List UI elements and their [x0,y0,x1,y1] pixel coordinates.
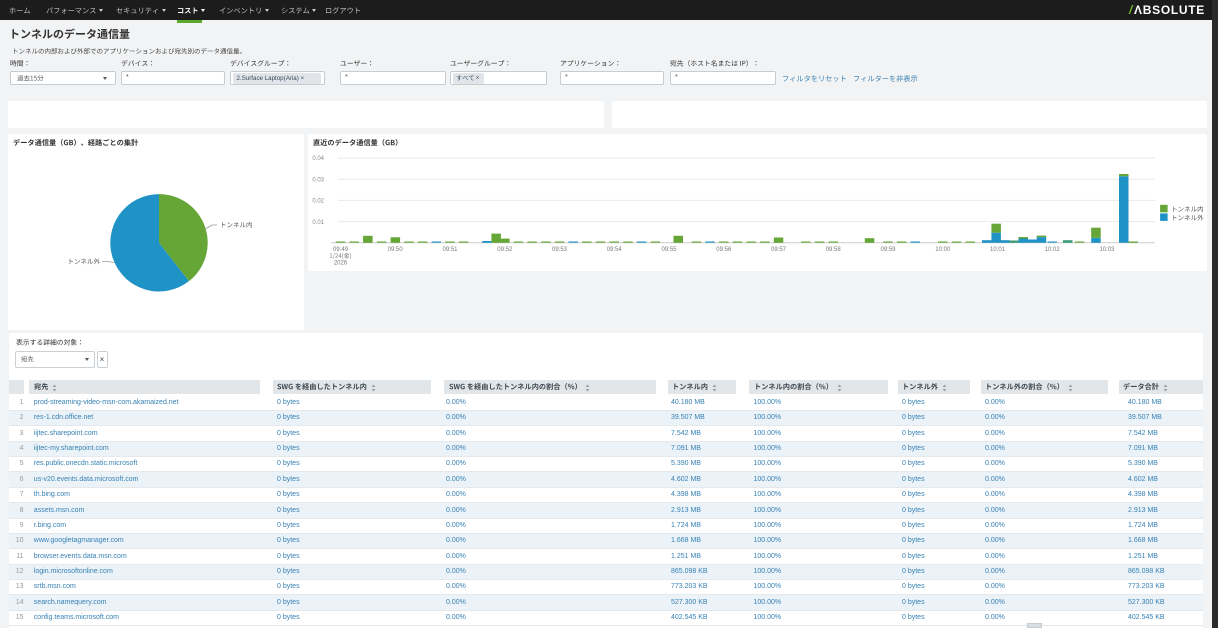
svg-text:0.02: 0.02 [312,199,324,205]
svg-text:09:54: 09:54 [606,247,622,253]
svg-text:0.03: 0.03 [312,177,324,183]
svg-text:09:57: 09:57 [770,247,786,253]
svg-text:09:56: 09:56 [716,247,732,253]
svg-text:09:51: 09:51 [442,247,458,253]
svg-text:09:49: 09:49 [332,247,348,253]
svg-text:10:01: 10:01 [989,247,1005,253]
svg-text:09:52: 09:52 [497,247,513,253]
svg-text:0.01: 0.01 [312,220,324,226]
svg-text:10:02: 10:02 [1044,247,1060,253]
svg-text:10:00: 10:00 [935,247,951,253]
svg-text:09:59: 09:59 [880,247,896,253]
svg-text:2026: 2026 [333,260,347,266]
svg-text:09:58: 09:58 [825,247,841,253]
svg-text:09:55: 09:55 [661,247,677,253]
svg-text:0.04: 0.04 [312,156,324,162]
svg-text:10:03: 10:03 [1099,247,1115,253]
svg-text:09:50: 09:50 [387,247,403,253]
svg-text:09:53: 09:53 [551,247,567,253]
